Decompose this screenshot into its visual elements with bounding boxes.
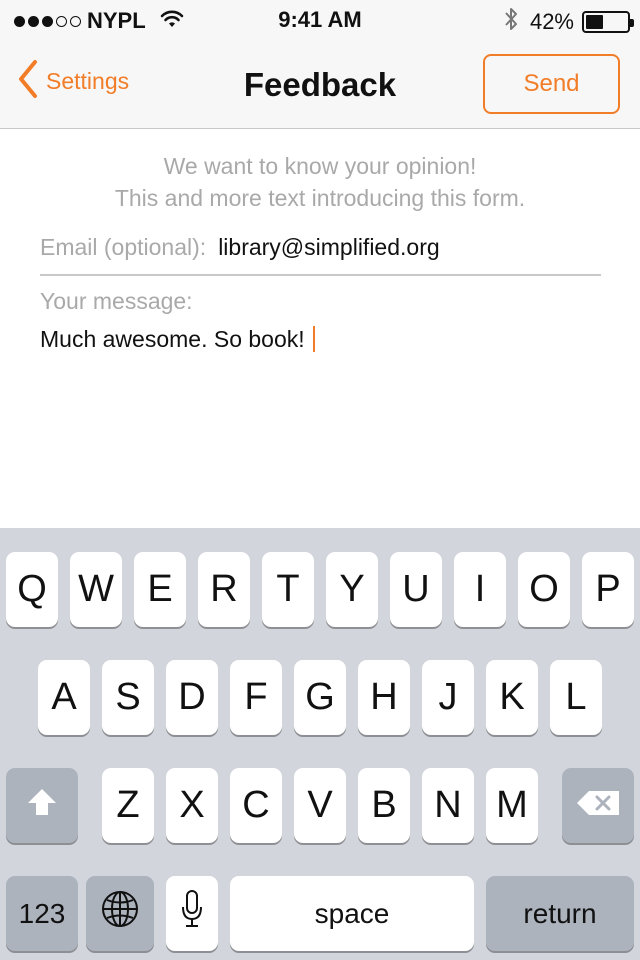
key-x[interactable]: X [166,768,218,843]
email-field[interactable] [218,234,579,261]
key-b[interactable]: B [358,768,410,843]
globe-icon [100,889,140,939]
delete-key[interactable] [562,768,634,843]
key-g[interactable]: G [294,660,346,735]
bluetooth-icon [504,7,518,36]
key-r[interactable]: R [198,552,250,627]
space-key[interactable]: space [230,876,474,951]
key-n[interactable]: N [422,768,474,843]
key-h[interactable]: H [358,660,410,735]
intro-line-2: This and more text introducing this form… [114,185,526,211]
key-m[interactable]: M [486,768,538,843]
globe-key[interactable] [86,876,154,951]
key-w[interactable]: W [70,552,122,627]
key-j[interactable]: J [422,660,474,735]
battery-level-fill [586,14,603,29]
key-i[interactable]: I [454,552,506,627]
shift-key[interactable] [6,768,78,843]
key-l[interactable]: L [550,660,602,735]
key-f[interactable]: F [230,660,282,735]
message-field[interactable]: Much awesome. So book! [40,326,315,353]
message-label: Your message: [40,288,193,314]
send-button[interactable]: Send [483,54,620,114]
battery-percent: 42% [529,8,574,34]
key-q[interactable]: Q [6,552,58,627]
key-k[interactable]: K [486,660,538,735]
key-c[interactable]: C [230,768,282,843]
key-d[interactable]: D [166,660,218,735]
key-s[interactable]: S [102,660,154,735]
dictation-key[interactable] [166,876,218,951]
microphone-icon [180,889,204,939]
email-label: Email (optional): [40,234,207,260]
battery-icon [582,10,634,33]
backspace-icon [575,784,621,827]
intro-text: We want to know your opinion! This and m… [0,150,640,214]
return-key[interactable]: return [486,876,634,951]
status-right: 42% [504,7,634,36]
intro-line-1: We want to know your opinion! [163,153,477,179]
key-z[interactable]: Z [102,768,154,843]
navigation-bar: Settings Feedback Send [0,40,640,129]
status-bar: NYPL 9:41 AM 42% [0,0,640,40]
battery-nub [630,18,634,27]
key-p[interactable]: P [582,552,634,627]
key-t[interactable]: T [262,552,314,627]
key-y[interactable]: Y [326,552,378,627]
key-u[interactable]: U [390,552,442,627]
numbers-key[interactable]: 123 [6,876,78,951]
key-v[interactable]: V [294,768,346,843]
key-e[interactable]: E [134,552,186,627]
key-o[interactable]: O [518,552,570,627]
shift-icon [26,784,58,827]
text-cursor [312,326,315,352]
keyboard: 123 space return QWERTYUIOP ASDFGHJKL ZXCV… [0,528,640,960]
message-text: Much awesome. So book! [40,326,305,352]
email-row: Email (optional): [40,234,601,276]
key-a[interactable]: A [38,660,90,735]
